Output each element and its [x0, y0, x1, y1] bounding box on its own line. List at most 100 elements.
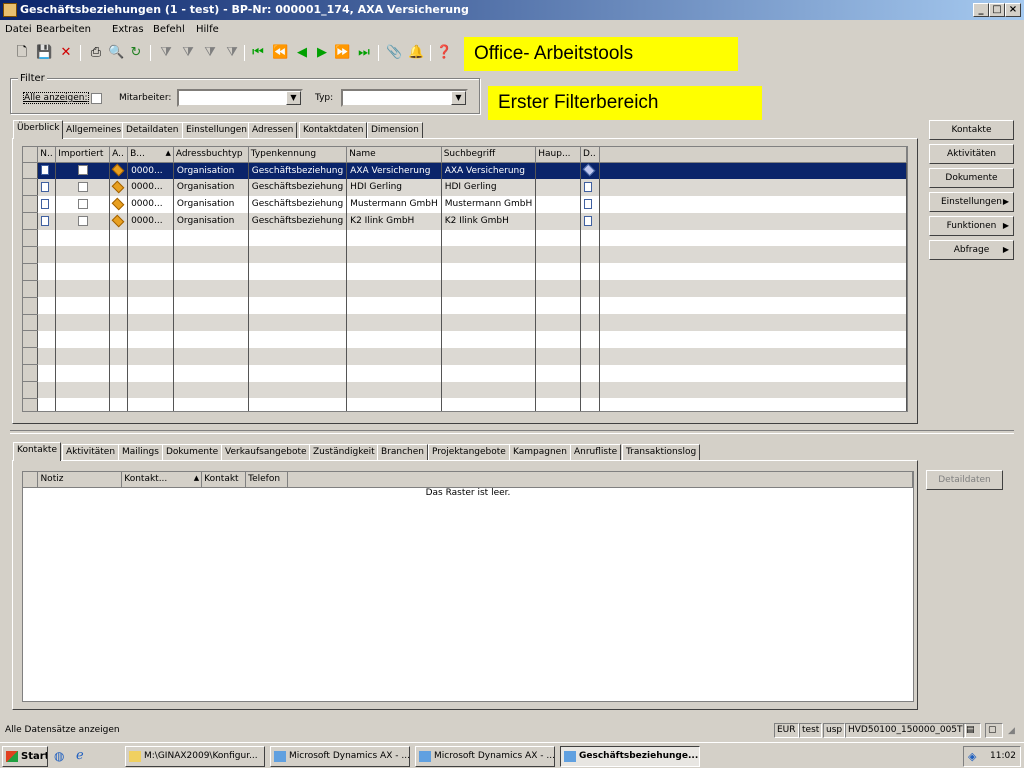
- empty-cell[interactable]: [599, 364, 907, 382]
- detaildaten-button[interactable]: Detaildaten: [926, 470, 1003, 490]
- column-header-telefon[interactable]: Telefon: [245, 472, 289, 488]
- menu-extras[interactable]: Extras: [112, 24, 144, 35]
- cell-note[interactable]: [37, 178, 57, 196]
- button-einstellungen[interactable]: Einstellungen ▶: [929, 192, 1014, 212]
- app-icon[interactable]: [3, 3, 17, 17]
- empty-cell[interactable]: [173, 381, 249, 399]
- empty-cell[interactable]: [441, 347, 537, 365]
- cell-name[interactable]: AXA Versicherung: [346, 162, 442, 179]
- column-header-kontakt[interactable]: Kontakt: [201, 472, 247, 488]
- empty-cell[interactable]: [580, 246, 600, 264]
- tab-kontaktdaten[interactable]: Kontaktdaten: [299, 122, 368, 138]
- empty-cell[interactable]: [37, 314, 57, 331]
- taskbar-item[interactable]: Microsoft Dynamics AX - ...: [415, 746, 555, 767]
- empty-cell[interactable]: [441, 381, 537, 399]
- empty-cell[interactable]: [173, 314, 249, 331]
- empty-cell[interactable]: [599, 229, 907, 247]
- bottom-tab-aktivitäten[interactable]: Aktivitäten: [62, 444, 120, 460]
- empty-cell[interactable]: [248, 314, 348, 331]
- empty-cell[interactable]: [37, 297, 57, 315]
- cell-note[interactable]: [37, 212, 57, 230]
- empty-cell[interactable]: [37, 364, 57, 382]
- empty-cell[interactable]: [580, 330, 600, 348]
- cell-filler[interactable]: [599, 195, 907, 213]
- cell-suchbegriff[interactable]: AXA Versicherung: [441, 162, 537, 179]
- alert-icon[interactable]: 🔔: [408, 45, 424, 61]
- table-row[interactable]: 0000... Organisation Geschäftsbeziehung AXA…: [23, 162, 907, 180]
- cell-imported[interactable]: [55, 212, 111, 230]
- refresh-icon[interactable]: ↻: [128, 45, 144, 61]
- column-header-b[interactable]: B... ▲: [127, 147, 174, 163]
- cell-document[interactable]: [580, 162, 600, 179]
- row-selector[interactable]: [23, 330, 39, 349]
- empty-cell[interactable]: [55, 246, 111, 264]
- empty-cell[interactable]: [346, 364, 442, 382]
- bottom-tab-mailings[interactable]: Mailings: [118, 444, 163, 460]
- empty-cell[interactable]: [55, 297, 111, 315]
- cell-adressbuchtyp[interactable]: Organisation: [173, 212, 249, 230]
- resize-grip-icon[interactable]: ◢: [1008, 726, 1015, 736]
- row-selector[interactable]: [23, 195, 39, 214]
- tray-security-icon[interactable]: ◈: [968, 750, 976, 763]
- empty-cell[interactable]: [37, 398, 57, 411]
- cell-document[interactable]: [580, 212, 600, 230]
- empty-cell[interactable]: [173, 229, 249, 247]
- cell-imported[interactable]: [55, 178, 111, 196]
- imported-checkbox[interactable]: [77, 215, 88, 226]
- taskbar-item[interactable]: Geschäftsbeziehunge...: [560, 746, 700, 767]
- empty-cell[interactable]: [346, 229, 442, 247]
- empty-cell[interactable]: [535, 381, 582, 399]
- empty-cell[interactable]: [248, 330, 348, 348]
- table-row[interactable]: [23, 263, 907, 281]
- table-row[interactable]: [23, 347, 907, 366]
- maximize-button[interactable]: □: [989, 3, 1005, 17]
- show-all-checkbox[interactable]: [91, 93, 102, 104]
- empty-cell[interactable]: [599, 314, 907, 331]
- bottom-tab-zuständigkeit[interactable]: Zuständigkeit: [309, 444, 379, 460]
- bottom-tab-projektangebote[interactable]: Projektangebote: [428, 444, 510, 460]
- table-row[interactable]: 0000... Organisation Geschäftsbeziehung Mus…: [23, 195, 907, 214]
- empty-cell[interactable]: [580, 347, 600, 365]
- cell-filler[interactable]: [599, 178, 907, 196]
- table-row[interactable]: [23, 330, 907, 349]
- quicklaunch-desktop-icon[interactable]: ◍: [54, 749, 64, 763]
- filter-icon[interactable]: ⧩: [158, 45, 174, 61]
- empty-cell[interactable]: [55, 330, 111, 348]
- empty-cell[interactable]: [109, 280, 129, 298]
- empty-cell[interactable]: [127, 330, 174, 348]
- empty-cell[interactable]: [109, 263, 129, 281]
- empty-cell[interactable]: [441, 263, 537, 281]
- empty-cell[interactable]: [441, 364, 537, 382]
- print-icon[interactable]: ⎙: [88, 45, 104, 61]
- empty-cell[interactable]: [109, 246, 129, 264]
- empty-cell[interactable]: [55, 364, 111, 382]
- save-icon[interactable]: 💾: [36, 45, 52, 61]
- cell-typenkennung[interactable]: Geschäftsbeziehung: [248, 212, 348, 230]
- empty-cell[interactable]: [127, 246, 174, 264]
- cell-filler[interactable]: [599, 212, 907, 230]
- next-record-icon[interactable]: ▶: [314, 45, 330, 61]
- imported-checkbox[interactable]: [77, 198, 88, 209]
- empty-cell[interactable]: [441, 229, 537, 247]
- empty-cell[interactable]: [441, 246, 537, 264]
- cell-typenkennung[interactable]: Geschäftsbeziehung: [248, 195, 348, 213]
- empty-cell[interactable]: [346, 280, 442, 298]
- column-header-importiert[interactable]: Importiert: [55, 147, 111, 163]
- empty-cell[interactable]: [441, 297, 537, 315]
- cell-suchbegriff[interactable]: HDI Gerling: [441, 178, 537, 196]
- empty-cell[interactable]: [127, 297, 174, 315]
- status-layer[interactable]: usp: [823, 723, 846, 738]
- empty-cell[interactable]: [599, 398, 907, 411]
- print-preview-icon[interactable]: 🔍: [108, 45, 124, 61]
- row-selector[interactable]: [23, 314, 39, 332]
- tab-einstellungen[interactable]: Einstellungen: [182, 122, 252, 138]
- row-selector[interactable]: [23, 347, 39, 366]
- business-relations-grid[interactable]: N.. Importiert A.. B... ▲ Adressbuchtyp …: [22, 146, 908, 412]
- empty-cell[interactable]: [173, 297, 249, 315]
- row-selector[interactable]: [23, 280, 39, 298]
- empty-cell[interactable]: [109, 364, 129, 382]
- table-row[interactable]: 0000... Organisation Geschäftsbeziehung HDI…: [23, 178, 907, 197]
- imported-checkbox[interactable]: [77, 165, 88, 176]
- empty-cell[interactable]: [37, 229, 57, 247]
- column-header-d[interactable]: D..: [580, 147, 600, 163]
